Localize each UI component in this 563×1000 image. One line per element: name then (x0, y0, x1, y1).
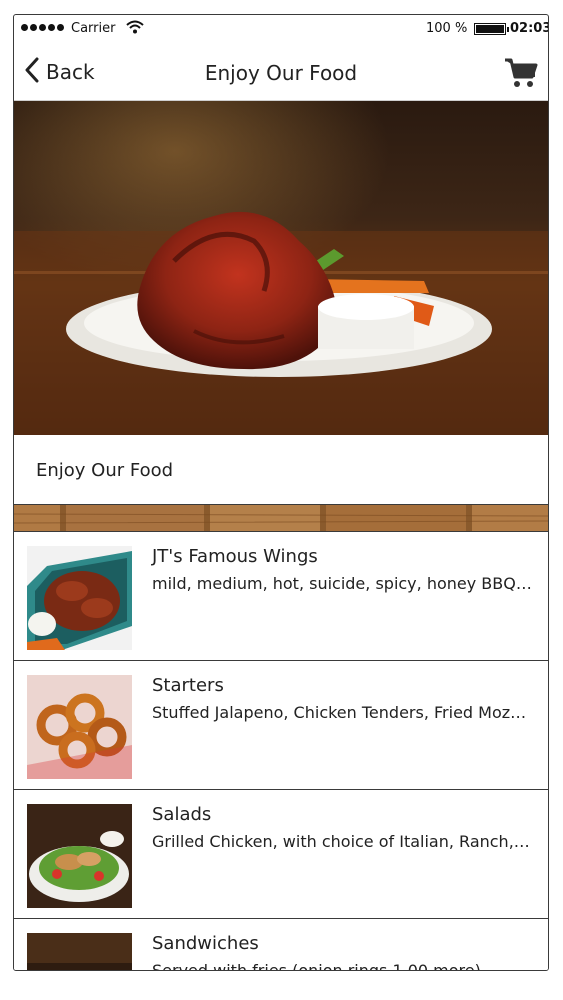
menu-item-description: Served with fries (onion rings 1.00 more… (152, 961, 481, 971)
navigation-bar: Back Enjoy Our Food (14, 43, 548, 101)
menu-item-sandwiches[interactable]: Sandwiches Served with fries (onion ring… (14, 919, 548, 971)
sandwich-thumbnail (27, 933, 132, 970)
hero-food-image (14, 101, 548, 435)
wifi-icon (126, 20, 144, 38)
battery-icon (474, 23, 509, 35)
status-time: 02:03 (510, 21, 549, 36)
menu-category-list: JT's Famous Wings mild, medium, hot, sui… (14, 532, 548, 971)
menu-item-description: mild, medium, hot, suicide, spicy, honey… (152, 574, 532, 593)
onion-rings-thumbnail (27, 675, 132, 779)
page-title: Enjoy Our Food (204, 61, 358, 85)
shopping-cart-icon (504, 58, 538, 93)
menu-item-starters[interactable]: Starters Stuffed Jalapeno, Chicken Tende… (14, 661, 548, 790)
wings-thumbnail (27, 546, 132, 650)
wood-divider (14, 505, 548, 532)
status-bar: Carrier 100 % 02:03 (14, 15, 548, 43)
battery-percentage: 100 % (426, 21, 468, 36)
menu-item-name: JT's Famous Wings (152, 546, 318, 567)
menu-item-salads[interactable]: Salads Grilled Chicken, with choice of I… (14, 790, 548, 919)
signal-strength-icon (21, 24, 64, 31)
hero-caption-text: Enjoy Our Food (36, 460, 174, 481)
shopping-cart-button[interactable] (504, 57, 538, 89)
menu-item-wings[interactable]: JT's Famous Wings mild, medium, hot, sui… (14, 532, 548, 661)
menu-item-name: Salads (152, 804, 212, 825)
menu-item-description: Grilled Chicken, with choice of Italian,… (152, 832, 532, 851)
menu-item-description: Stuffed Jalapeno, Chicken Tenders, Fried… (152, 703, 532, 722)
phone-screen: Carrier 100 % 02:03 Back Enjoy Our Food (13, 14, 549, 971)
salad-thumbnail (27, 804, 132, 908)
menu-item-name: Starters (152, 675, 224, 696)
hero-caption: Enjoy Our Food (14, 435, 548, 505)
menu-item-name: Sandwiches (152, 933, 259, 954)
carrier-label: Carrier (71, 21, 116, 36)
